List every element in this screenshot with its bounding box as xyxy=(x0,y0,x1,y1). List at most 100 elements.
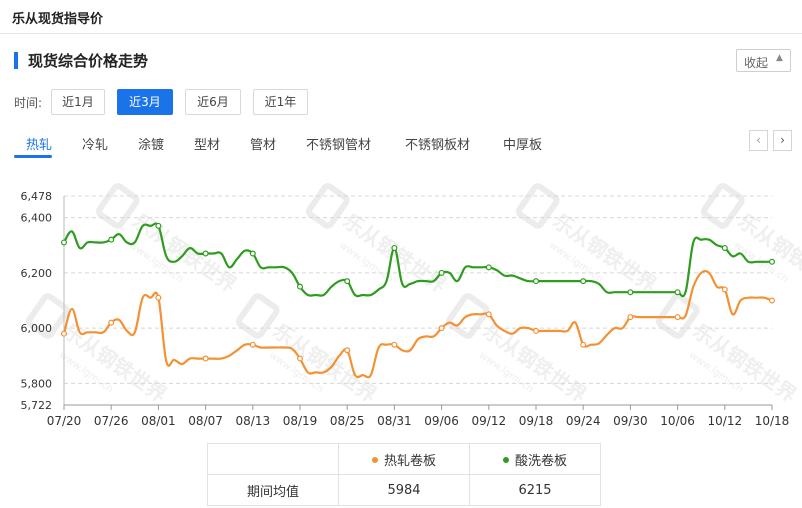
y-tick-label: 6,478 xyxy=(21,190,53,203)
watermark-mark: 乐从钢铁世界www.lgmi.cn xyxy=(445,293,591,407)
series-point-0 xyxy=(674,314,681,321)
product-tabs: 热轧 冷轧 涂镀 型材 管材 不锈钢管材 不锈钢板材 中厚板 xyxy=(0,128,802,158)
top-bar: 乐从现货指导价 xyxy=(0,0,802,34)
x-tick-label: 09/12 xyxy=(472,414,507,428)
series-point-0 xyxy=(108,319,115,326)
series-point-0 xyxy=(249,341,256,348)
page-header-title: 乐从现货指导价 xyxy=(12,12,104,27)
tab-section-steel[interactable]: 型材 xyxy=(194,134,220,153)
y-tick-label: 6,400 xyxy=(21,212,53,225)
collapse-button[interactable]: 收起 ▲ xyxy=(736,49,791,72)
watermark-mark: 乐从钢铁世界www.lgmi.cn xyxy=(305,183,451,297)
y-tick-label: 6,000 xyxy=(21,322,53,335)
x-axis: 07/20 07/26 08/01 08/07 08/13 08/19 08/25 08/31… xyxy=(47,404,790,428)
series-point-1 xyxy=(674,289,681,296)
tab-cold-rolled[interactable]: 冷轧 xyxy=(82,134,108,153)
tab-coated[interactable]: 涂镀 xyxy=(138,134,164,153)
summary-col2-name: 酸洗卷板 xyxy=(514,453,567,469)
x-tick-label: 08/31 xyxy=(377,414,412,428)
active-tab-indicator xyxy=(14,155,52,158)
series-point-1 xyxy=(108,236,115,243)
series-point-1 xyxy=(438,269,445,276)
x-tick-label: 08/01 xyxy=(141,414,176,428)
series-point-1 xyxy=(391,244,398,251)
summary-corner-cell xyxy=(207,443,339,475)
series-point-0 xyxy=(627,314,634,321)
x-tick-label: 08/07 xyxy=(188,414,223,428)
series-point-0 xyxy=(391,341,398,348)
series-point-0 xyxy=(580,341,587,348)
time-option-1y[interactable]: 近1年 xyxy=(253,89,308,115)
series-point-1 xyxy=(60,239,67,246)
x-tick-label: 07/26 xyxy=(94,414,129,428)
series-point-1 xyxy=(485,264,492,271)
x-tick-label: 08/25 xyxy=(330,414,365,428)
x-tick-label: 08/13 xyxy=(236,414,271,428)
summary-header-row: 热轧卷板 酸洗卷板 xyxy=(207,443,601,475)
tab-stainless-plate[interactable]: 不锈钢板材 xyxy=(405,134,470,153)
series-point-1 xyxy=(202,250,209,257)
x-tick-label: 10/12 xyxy=(708,414,743,428)
x-tick-label: 08/19 xyxy=(283,414,318,428)
time-option-1m[interactable]: 近1月 xyxy=(51,89,105,115)
watermark-mark: 乐从钢铁世界www.lgmi.cn xyxy=(655,293,801,407)
x-tick-label: 10/18 xyxy=(755,414,790,428)
series-point-1 xyxy=(721,244,728,251)
series-point-0 xyxy=(60,330,67,337)
watermark-logo-icon xyxy=(700,183,745,229)
watermark-logo-icon xyxy=(235,293,280,339)
tab-stainless-pipe[interactable]: 不锈钢管材 xyxy=(306,134,371,153)
series-point-1 xyxy=(580,278,587,285)
hot-rolled-dot-icon xyxy=(371,457,378,463)
series-point-0 xyxy=(485,311,492,318)
watermark-layer: 乐从钢铁世界www.lgmi.cn 乐从钢铁世界www.lgmi.cn 乐从钢铁世界… xyxy=(25,183,802,407)
x-tick-label: 09/18 xyxy=(519,414,554,428)
summary-col2-header: 酸洗卷板 xyxy=(469,443,601,475)
watermark-mark: 乐从钢铁世界www.lgmi.cn xyxy=(700,183,802,297)
y-tick-label: 5,800 xyxy=(21,377,53,390)
series-point-0 xyxy=(721,286,728,293)
watermark-logo-icon xyxy=(95,183,140,229)
summary-col1-header: 热轧卷板 xyxy=(338,443,470,475)
y-tick-label: 6,200 xyxy=(21,267,53,280)
section-title-text: 现货综合价格走势 xyxy=(28,52,149,70)
summary-col2-value: 6215 xyxy=(469,474,601,506)
series-point-0 xyxy=(344,347,351,354)
tab-medium-plate[interactable]: 中厚板 xyxy=(503,134,542,153)
summary-col1-value: 5984 xyxy=(338,474,470,506)
time-filter-label: 时间: xyxy=(14,96,43,110)
time-option-3m[interactable]: 近3月 xyxy=(117,89,173,115)
series-point-0 xyxy=(297,355,304,362)
collapse-button-label: 收起 xyxy=(744,56,769,70)
chevron-left-icon[interactable]: ‹ xyxy=(749,130,768,151)
series-point-0 xyxy=(438,325,445,332)
summary-data-row: 期间均值 5984 6215 xyxy=(207,474,601,506)
series-point-0 xyxy=(768,297,775,304)
summary-table: 热轧卷板 酸洗卷板 期间均值 5984 6215 xyxy=(207,443,601,506)
price-trend-chart: 乐从钢铁世界www.lgmi.cn 乐从钢铁世界www.lgmi.cn 乐从钢铁世界… xyxy=(21,183,802,428)
x-tick-label: 09/30 xyxy=(613,414,648,428)
tab-pipe[interactable]: 管材 xyxy=(250,134,276,153)
watermark-logo-icon xyxy=(305,183,350,229)
summary-col1-name: 热轧卷板 xyxy=(383,453,436,469)
section-title-marker xyxy=(14,52,18,69)
series-point-1 xyxy=(155,222,162,229)
chevron-right-icon[interactable]: › xyxy=(773,130,792,151)
series-point-1 xyxy=(344,278,351,285)
watermark-mark: 乐从钢铁世界www.lgmi.cn xyxy=(95,183,241,297)
summary-row-label: 期间均值 xyxy=(207,474,339,506)
watermark-logo-icon xyxy=(515,183,560,229)
series-point-1 xyxy=(627,289,634,296)
series-point-0 xyxy=(155,294,162,301)
x-tick-label: 09/06 xyxy=(424,414,459,428)
series-point-0 xyxy=(202,355,209,362)
x-tick-label: 07/20 xyxy=(47,414,82,428)
chevron-up-icon: ▲ xyxy=(776,53,783,63)
tab-hot-rolled[interactable]: 热轧 xyxy=(26,134,52,153)
series-point-1 xyxy=(297,283,304,290)
time-option-6m[interactable]: 近6月 xyxy=(185,89,241,115)
x-tick-label: 10/06 xyxy=(660,414,695,428)
watermark-mark: 乐从钢铁世界www.lgmi.cn xyxy=(235,293,381,407)
series-point-1 xyxy=(768,258,775,265)
x-tick-label: 09/24 xyxy=(566,414,601,428)
